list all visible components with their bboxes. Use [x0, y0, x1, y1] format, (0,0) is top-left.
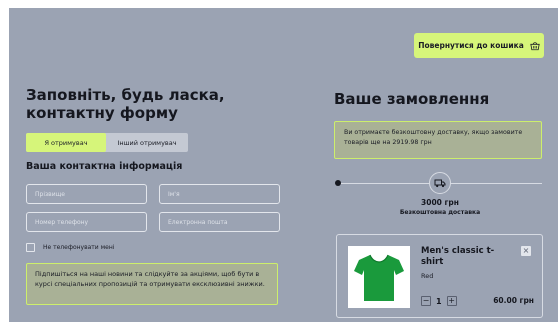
delivery-milestone: [429, 172, 451, 194]
product-image[interactable]: [348, 246, 410, 308]
product-color: Red: [421, 272, 434, 280]
order-title: Ваше замовлення: [334, 90, 490, 108]
free-delivery-label: Безкоштовна доставка: [399, 209, 481, 216]
no-call-checkbox[interactable]: [26, 243, 35, 252]
tshirt-icon: [354, 254, 404, 301]
remove-item-button[interactable]: ×: [521, 246, 531, 256]
contact-info-heading: Ваша контактна інформація: [26, 161, 183, 172]
surname-field[interactable]: Прізвище: [26, 184, 147, 204]
checkout-page: Повернутися до кошика Заповніть, будь ла…: [9, 8, 558, 322]
email-field[interactable]: Електронна пошта: [159, 212, 280, 232]
decrease-quantity-button[interactable]: −: [421, 296, 431, 306]
quantity-value: 1: [436, 296, 442, 306]
free-delivery-threshold: 3000 грн: [421, 198, 459, 207]
name-field[interactable]: Ім'я: [159, 184, 280, 204]
subscribe-banner[interactable]: Підпишіться на наші новини та слідкуйте …: [26, 263, 278, 305]
back-to-cart-label: Повернутися до кошика: [418, 41, 524, 50]
increase-quantity-button[interactable]: +: [446, 296, 457, 306]
back-to-cart-button[interactable]: Повернутися до кошика: [414, 33, 544, 58]
no-call-label: Не телефонувати мені: [43, 244, 115, 251]
product-name[interactable]: Men's classic t-shirt: [421, 246, 501, 268]
delivery-progress-marker: [335, 180, 341, 186]
cart-item: Men's classic t-shirt Red × − 1 + 60.00 …: [336, 234, 543, 318]
recipient-other-option[interactable]: Інший отримувач: [106, 133, 188, 152]
item-price: 60.00 грн: [493, 296, 534, 305]
no-call-option: Не телефонувати мені: [26, 243, 114, 252]
recipient-self-option[interactable]: Я отримувач: [26, 133, 106, 152]
free-delivery-note: Ви отримаєте безкоштовну доставку, якщо …: [334, 121, 542, 159]
recipient-toggle: Я отримувач Інший отримувач: [26, 133, 188, 152]
truck-icon: [434, 179, 446, 188]
phone-field[interactable]: Номер телефону: [26, 212, 147, 232]
basket-icon: [530, 41, 540, 50]
form-title: Заповніть, будь ласка, контактну форму: [26, 86, 225, 122]
quantity-stepper: − 1 +: [421, 296, 457, 306]
